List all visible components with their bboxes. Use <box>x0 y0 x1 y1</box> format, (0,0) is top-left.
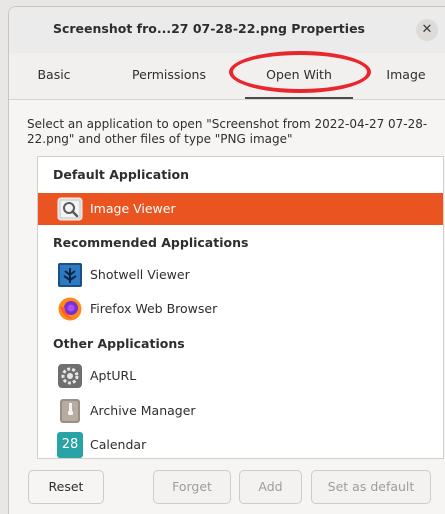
open-with-description: Select an application to open "Screensho… <box>27 117 428 146</box>
app-row-archive-manager[interactable]: Archive Manager <box>38 395 443 427</box>
image-viewer-icon <box>57 196 83 222</box>
app-label-archive-manager: Archive Manager <box>90 403 196 418</box>
calendar-icon: 28 <box>57 432 83 458</box>
annotation-ellipse <box>229 51 371 93</box>
close-icon: ✕ <box>421 22 433 37</box>
window-title: Screenshot fro...27 07-28-22.png Propert… <box>52 21 365 36</box>
app-label-firefox: Firefox Web Browser <box>90 301 218 316</box>
other-applications-header: Other Applications <box>53 336 185 351</box>
app-label-image-viewer: Image Viewer <box>90 201 176 216</box>
app-row-shotwell[interactable]: Shotwell Viewer <box>38 259 443 291</box>
app-row-firefox[interactable]: Firefox Web Browser <box>38 293 443 325</box>
default-application-header: Default Application <box>53 167 189 182</box>
reset-button[interactable]: Reset <box>28 470 104 504</box>
app-label-shotwell: Shotwell Viewer <box>90 267 190 282</box>
archive-manager-icon <box>57 398 83 424</box>
set-as-default-button[interactable]: Set as default <box>311 470 431 504</box>
title-bar[interactable]: Screenshot fro...27 07-28-22.png Propert… <box>9 7 445 53</box>
app-row-image-viewer[interactable]: Image Viewer <box>38 193 443 225</box>
firefox-icon <box>57 296 83 322</box>
close-button[interactable]: ✕ <box>416 19 438 41</box>
properties-dialog: Screenshot fro...27 07-28-22.png Propert… <box>8 6 445 514</box>
tab-bar: Basic Permissions Open With Image <box>9 53 445 100</box>
add-button[interactable]: Add <box>239 470 302 504</box>
tab-basic[interactable]: Basic <box>9 53 99 99</box>
app-label-apturl: AptURL <box>90 368 137 383</box>
app-row-apturl[interactable]: AptURL <box>38 360 443 392</box>
forget-button[interactable]: Forget <box>153 470 231 504</box>
recommended-applications-header: Recommended Applications <box>53 235 249 250</box>
tab-image[interactable]: Image <box>371 53 441 99</box>
app-row-calendar[interactable]: 28 Calendar <box>38 429 443 458</box>
tab-permissions[interactable]: Permissions <box>109 53 229 99</box>
application-list[interactable]: Default Application Image Viewer Recomme… <box>37 156 444 459</box>
app-label-calendar: Calendar <box>90 437 147 452</box>
shotwell-icon <box>57 262 83 288</box>
apturl-gear-icon <box>57 363 83 389</box>
